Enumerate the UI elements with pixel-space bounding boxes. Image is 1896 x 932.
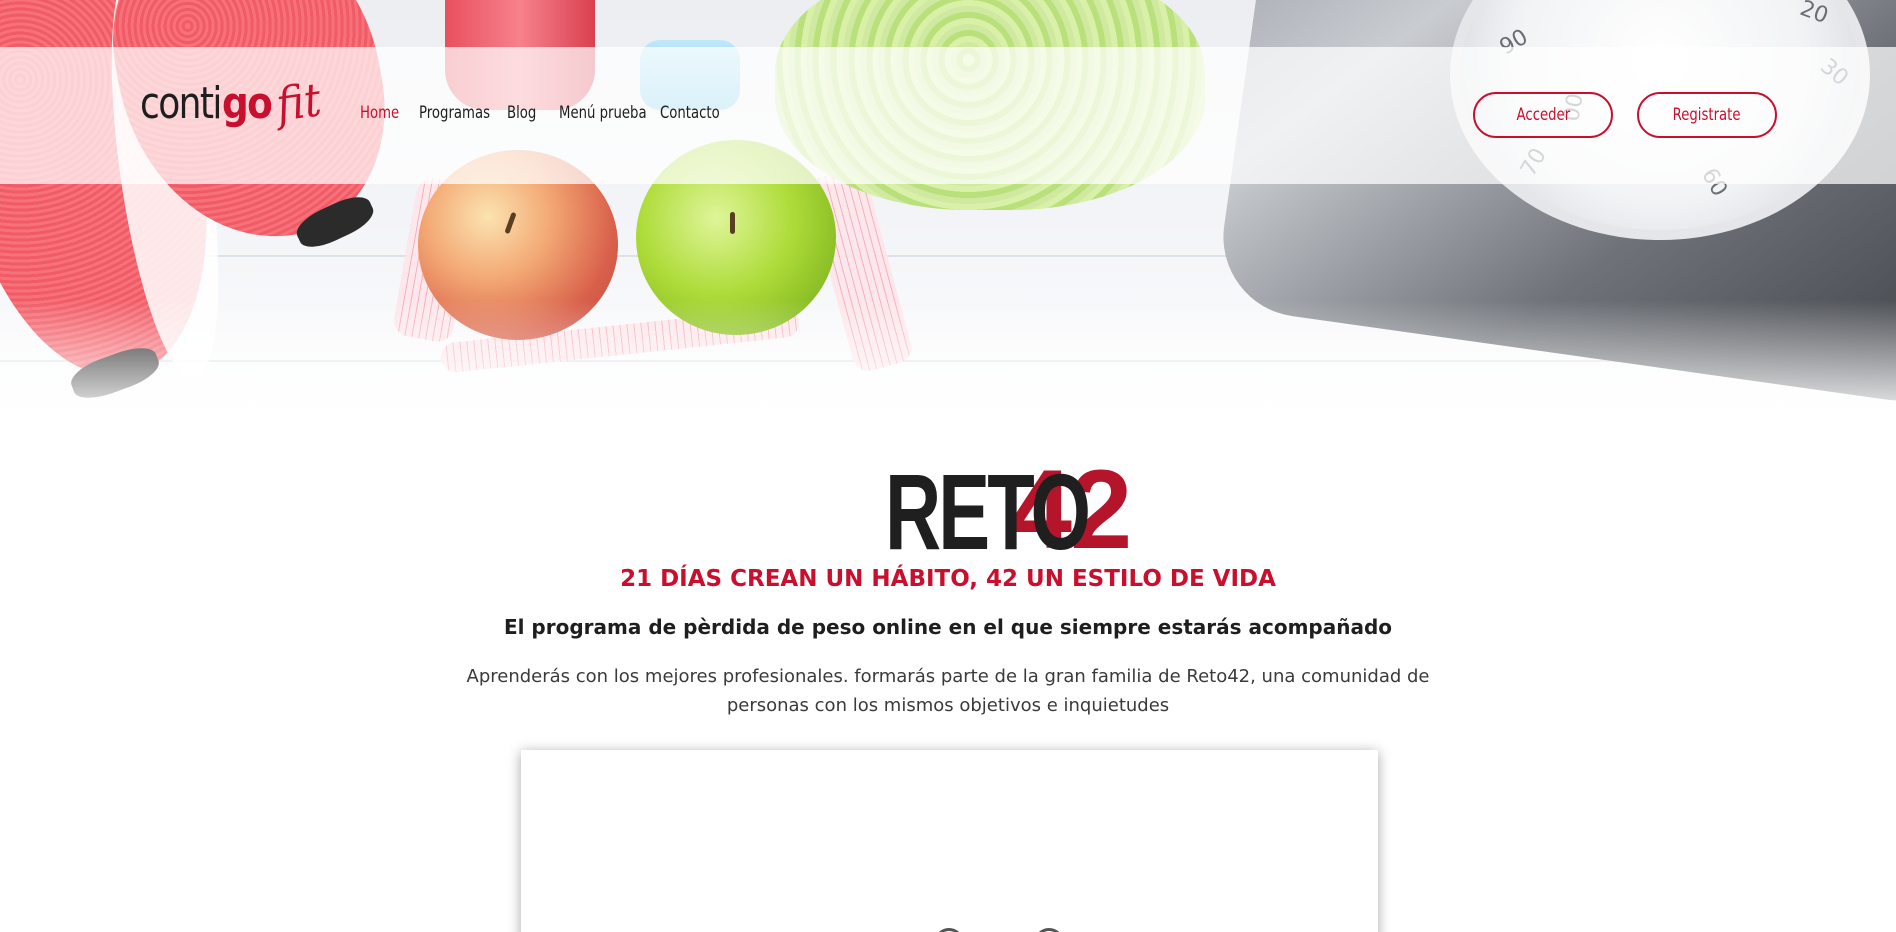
reto42-logo-word: RETO	[884, 451, 1091, 572]
login-button[interactable]: Acceder	[1473, 92, 1613, 138]
logo-text-go: go	[222, 78, 273, 129]
site-logo[interactable]: conti go fit	[140, 72, 325, 155]
loading-indicator-icon	[934, 928, 964, 932]
apple-stem	[730, 212, 735, 234]
logo-text-conti: conti	[140, 78, 222, 129]
main-nav: Home Programas Blog Menú prueba Contacto	[360, 103, 740, 123]
nav-item-menu-prueba[interactable]: Menú prueba	[559, 103, 647, 123]
hero-fade	[0, 300, 1896, 440]
nav-item-home[interactable]: Home	[360, 103, 406, 123]
scale-number: 20	[1796, 0, 1832, 30]
login-button-label: Acceder	[1516, 105, 1570, 125]
nav-item-blog[interactable]: Blog	[507, 103, 548, 123]
loading-indicator-icon	[1034, 928, 1064, 932]
description: Aprenderás con los mejores profesionales…	[466, 666, 1430, 716]
nav-item-programas[interactable]: Programas	[419, 103, 490, 123]
reto42-logo: RETO 42	[0, 454, 1896, 566]
tagline: 21 DÍAS CREAN UN HÁBITO, 42 UN ESTILO DE…	[620, 566, 1276, 592]
nav-item-contacto[interactable]: Contacto	[660, 103, 722, 123]
logo-text-fit: fit	[273, 72, 325, 132]
register-button[interactable]: Registrate	[1637, 92, 1777, 138]
video-card[interactable]	[521, 750, 1378, 932]
register-button-label: Registrate	[1673, 105, 1741, 125]
headline: El programa de pèrdida de peso online en…	[503, 615, 1393, 639]
